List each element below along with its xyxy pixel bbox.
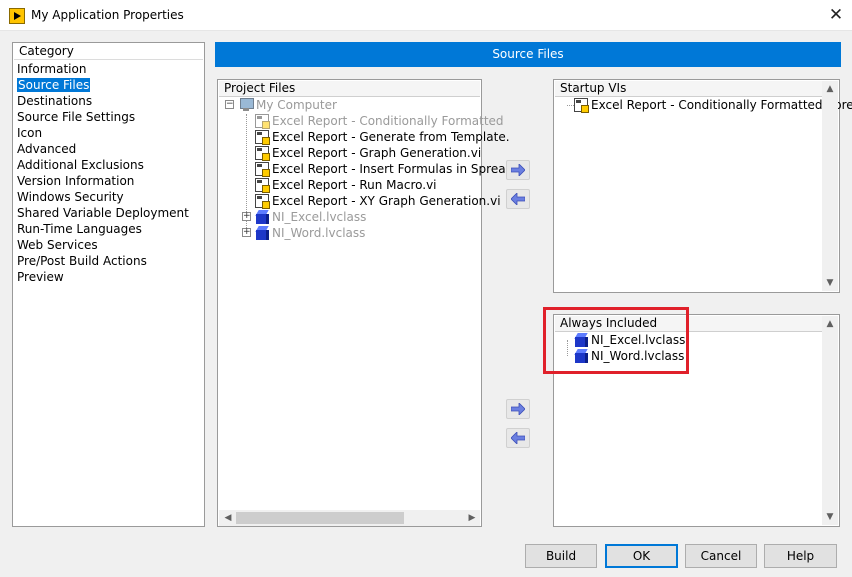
category-item-shared-variable-deployment[interactable]: Shared Variable Deployment xyxy=(13,205,191,221)
category-item-source-files[interactable]: Source Files xyxy=(13,77,92,93)
category-item-windows-security[interactable]: Windows Security xyxy=(13,189,126,205)
vertical-scrollbar[interactable]: ▲ ▼ xyxy=(822,316,838,525)
category-item-destinations[interactable]: Destinations xyxy=(13,93,94,109)
project-files-header: Project Files xyxy=(219,81,480,97)
window-title: My Application Properties xyxy=(31,8,184,22)
build-button[interactable]: Build xyxy=(525,544,597,568)
collapse-toggle-my-computer[interactable]: − xyxy=(225,100,234,109)
lvclass-icon xyxy=(255,210,269,224)
vi-icon xyxy=(255,114,270,129)
arrow-left-icon xyxy=(511,193,525,205)
close-icon[interactable]: ✕ xyxy=(826,5,846,25)
category-item-advanced[interactable]: Advanced xyxy=(13,141,78,157)
expand-toggle-ni-word[interactable]: + xyxy=(242,228,251,237)
category-item-version-information[interactable]: Version Information xyxy=(13,173,136,189)
category-list[interactable]: Category Information Source Files Destin… xyxy=(12,42,205,527)
vi-icon xyxy=(255,194,270,209)
remove-from-startup-button[interactable] xyxy=(506,189,530,209)
add-to-startup-button[interactable] xyxy=(506,160,530,180)
vi-icon xyxy=(255,162,270,177)
remove-from-always-included-button[interactable] xyxy=(506,428,530,448)
page-title-banner: Source Files xyxy=(215,42,841,67)
cancel-button[interactable]: Cancel xyxy=(685,544,757,568)
startup-vis-header: Startup VIs xyxy=(555,81,822,97)
scroll-left-icon[interactable]: ◀ xyxy=(221,510,235,526)
lvclass-icon xyxy=(255,226,269,240)
vertical-scrollbar[interactable]: ▲ ▼ xyxy=(822,81,838,291)
horizontal-scroll-thumb[interactable] xyxy=(236,512,404,524)
scroll-up-icon[interactable]: ▲ xyxy=(822,316,838,332)
scroll-down-icon[interactable]: ▼ xyxy=(822,275,838,291)
title-bar: My Application Properties ✕ xyxy=(0,0,852,31)
vi-icon xyxy=(255,178,270,193)
vi-icon xyxy=(255,130,270,145)
expand-toggle-ni-excel[interactable]: + xyxy=(242,212,251,221)
category-item-icon[interactable]: Icon xyxy=(13,125,44,141)
category-item-run-time-languages[interactable]: Run-Time Languages xyxy=(13,221,144,237)
vi-icon xyxy=(255,146,270,161)
category-item-preview[interactable]: Preview xyxy=(13,269,66,285)
arrow-right-icon xyxy=(511,164,525,176)
labview-app-icon xyxy=(9,8,25,24)
scroll-up-icon[interactable]: ▲ xyxy=(822,81,838,97)
vi-icon xyxy=(574,98,589,113)
category-header: Category xyxy=(14,44,203,60)
arrow-right-icon xyxy=(511,403,525,415)
scroll-down-icon[interactable]: ▼ xyxy=(822,509,838,525)
add-to-always-included-button[interactable] xyxy=(506,399,530,419)
arrow-left-icon xyxy=(511,432,525,444)
category-item-source-file-settings[interactable]: Source File Settings xyxy=(13,109,137,125)
category-item-web-services[interactable]: Web Services xyxy=(13,237,100,253)
category-item-information[interactable]: Information xyxy=(13,61,88,77)
tree-connector-lines xyxy=(567,105,574,106)
startup-vis-list[interactable]: Startup VIs Excel Report - Conditionally… xyxy=(553,79,852,293)
computer-icon xyxy=(239,98,254,112)
help-button[interactable]: Help xyxy=(764,544,837,568)
horizontal-scrollbar[interactable]: ◀ ▶ xyxy=(219,510,480,526)
ok-button[interactable]: OK xyxy=(605,544,678,568)
highlight-box xyxy=(543,307,689,374)
project-files-tree[interactable]: Project Files − My Computer Excel Report… xyxy=(217,79,512,527)
category-item-additional-exclusions[interactable]: Additional Exclusions xyxy=(13,157,146,173)
scroll-right-icon[interactable]: ▶ xyxy=(465,510,479,526)
category-item-pre-post-build-actions[interactable]: Pre/Post Build Actions xyxy=(13,253,149,269)
